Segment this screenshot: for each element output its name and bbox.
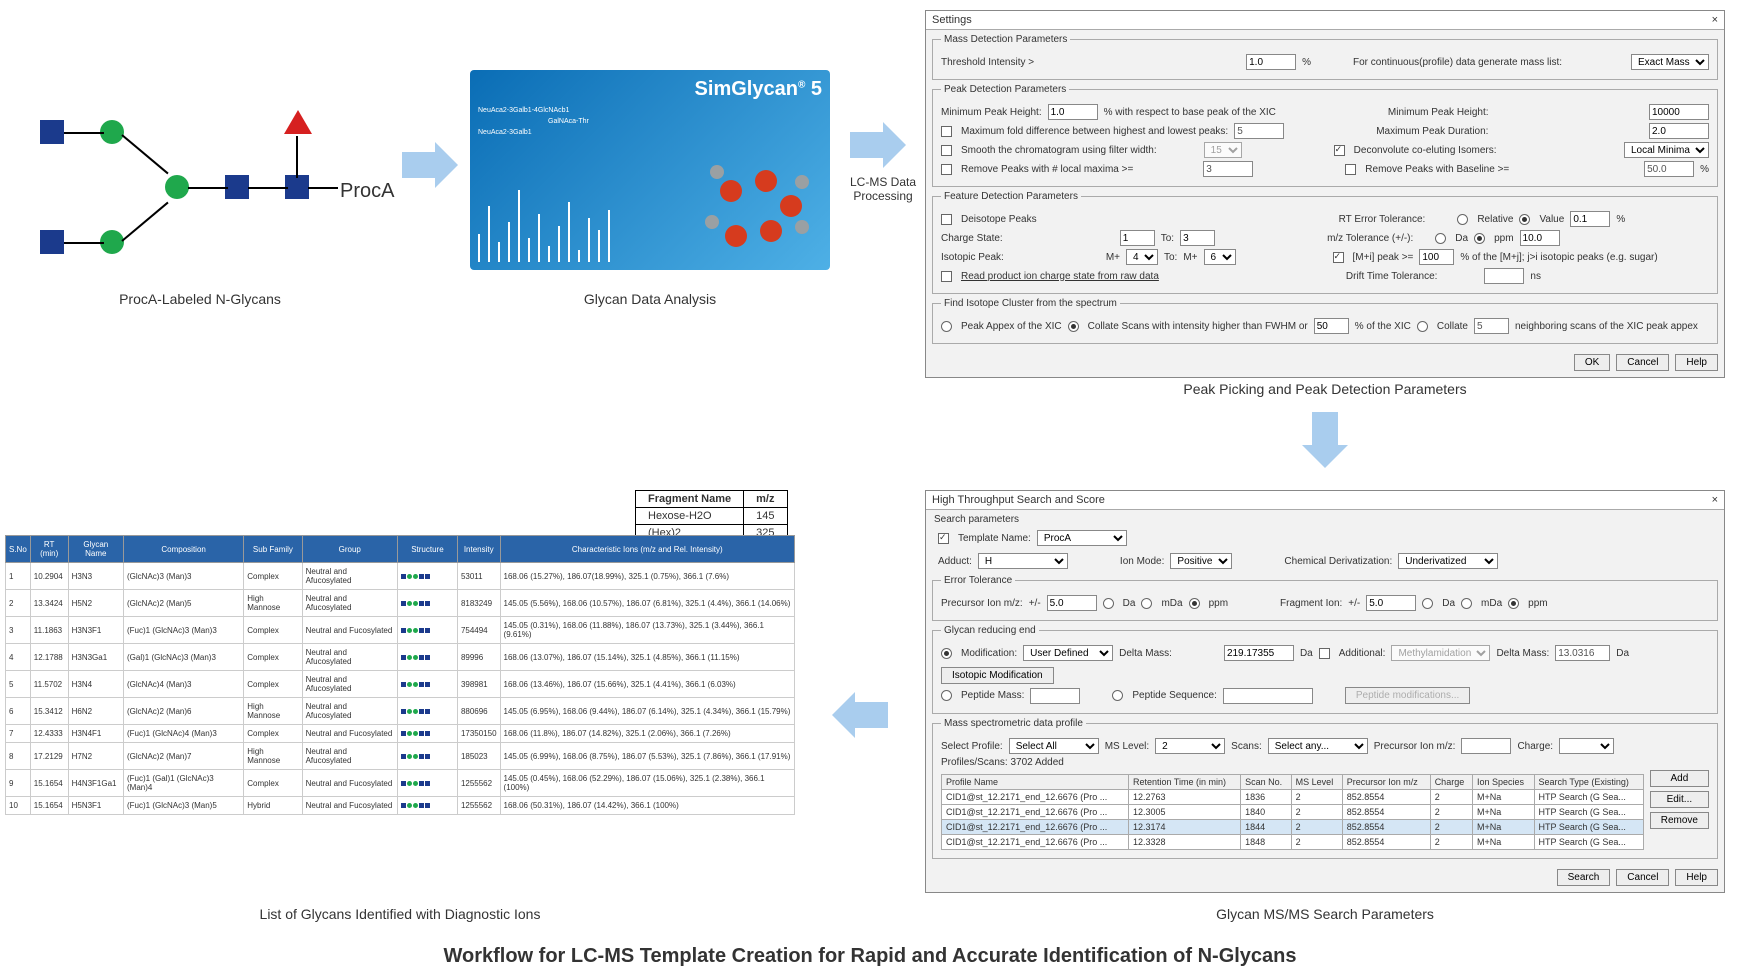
charge-to[interactable] xyxy=(1180,230,1215,246)
template-select[interactable]: ProcA xyxy=(1037,530,1127,546)
mslevel-select[interactable]: 2 xyxy=(1155,738,1225,754)
remove-button[interactable]: Remove xyxy=(1650,812,1709,829)
pepmass-radio[interactable] xyxy=(941,690,952,701)
mod-radio[interactable] xyxy=(941,648,952,659)
ionmode-select[interactable]: Positive xyxy=(1170,553,1232,569)
collate2-input xyxy=(1474,318,1509,334)
arrow-3 xyxy=(1300,410,1350,470)
rt-relative-radio[interactable] xyxy=(1457,214,1468,225)
glycan-reducing-end-fieldset: Glycan reducing end Modification: User D… xyxy=(932,625,1718,714)
results-caption: List of Glycans Identified with Diagnost… xyxy=(5,906,795,922)
search-button[interactable]: Search xyxy=(1557,869,1611,886)
cancel-button[interactable]: Cancel xyxy=(1616,354,1669,371)
ms-data-profile-fieldset: Mass spectrometric data profile Select P… xyxy=(932,718,1718,859)
close-icon[interactable]: × xyxy=(1712,494,1718,506)
mz-ppm-radio[interactable] xyxy=(1474,233,1485,244)
pepmod-button: Peptide modifications... xyxy=(1345,687,1470,704)
charge-select[interactable] xyxy=(1559,738,1614,754)
deconv-select[interactable]: Local Minima xyxy=(1624,142,1709,158)
smooth-checkbox[interactable] xyxy=(941,145,952,156)
rt-value-radio[interactable] xyxy=(1519,214,1530,225)
main-caption: Workflow for LC-MS Template Creation for… xyxy=(0,945,1740,968)
additional-checkbox[interactable] xyxy=(1319,648,1330,659)
threshold-input[interactable] xyxy=(1246,54,1296,70)
peak-detection-fieldset: Peak Detection Parameters Minimum Peak H… xyxy=(932,84,1718,187)
proca-caption: ProcA-Labeled N-Glycans xyxy=(60,291,340,307)
simglycan-panel: SimGlycan® 5 NeuAca2-3Galb1-4GlcNAcb1 Ga… xyxy=(470,70,830,270)
feature-detection-fieldset: Feature Detection Parameters Deisotope P… xyxy=(932,191,1718,294)
collate-fwhm-radio[interactable] xyxy=(1068,321,1079,332)
search-caption: Glycan MS/MS Search Parameters xyxy=(925,906,1725,922)
deiso-checkbox[interactable] xyxy=(941,214,952,225)
adduct-select[interactable]: H xyxy=(978,553,1068,569)
settings-dialog: Settings × Mass Detection Parameters Thre… xyxy=(925,10,1725,378)
arrow-4 xyxy=(830,690,890,740)
simglycan-caption: Glycan Data Analysis xyxy=(470,291,830,307)
edit-button[interactable]: Edit... xyxy=(1650,791,1709,808)
chemderiv-select[interactable]: Underivatized xyxy=(1398,553,1498,569)
rembl-checkbox[interactable] xyxy=(1345,164,1356,175)
deconv-checkbox[interactable] xyxy=(1334,145,1345,156)
mz-da-radio[interactable] xyxy=(1435,233,1446,244)
scans-select[interactable]: Select any... xyxy=(1268,738,1368,754)
iso-from[interactable]: 4 xyxy=(1126,249,1158,265)
rterr-input[interactable] xyxy=(1570,211,1610,227)
search-dialog: High Throughput Search and Score × Search… xyxy=(925,490,1725,893)
precmz-input[interactable] xyxy=(1461,738,1511,754)
mipk-checkbox[interactable] xyxy=(1333,252,1344,263)
add-button[interactable]: Add xyxy=(1650,770,1709,787)
frag-tol[interactable] xyxy=(1366,595,1416,611)
lcms-label: LC-MS Data Processing xyxy=(838,175,928,203)
arrow-2 xyxy=(848,120,908,170)
rempk-checkbox[interactable] xyxy=(941,164,952,175)
settings-title: Settings xyxy=(932,14,972,26)
proca-label: ProcA xyxy=(340,180,394,203)
additional-select: Methylamidation xyxy=(1391,645,1490,661)
settings-caption: Peak Picking and Peak Detection Paramete… xyxy=(925,381,1725,397)
template-checkbox[interactable] xyxy=(938,533,949,544)
maxfold-input xyxy=(1234,123,1284,139)
pepseq-input xyxy=(1223,688,1313,704)
error-tolerance-fieldset: Error Tolerance Precursor Ion m/z:+/- Da… xyxy=(932,575,1718,621)
prec-tol[interactable] xyxy=(1047,595,1097,611)
help-button[interactable]: Help xyxy=(1675,869,1718,886)
rembl-input xyxy=(1644,161,1694,177)
help-button[interactable]: Help xyxy=(1675,354,1718,371)
ok-button[interactable]: OK xyxy=(1574,354,1610,371)
collate-input[interactable] xyxy=(1314,318,1349,334)
isotope-cluster-fieldset: Find Isotope Cluster from the spectrum P… xyxy=(932,298,1718,344)
rempk-input xyxy=(1203,161,1253,177)
apex-radio[interactable] xyxy=(941,321,952,332)
mass-detection-fieldset: Mass Detection Parameters Threshold Inte… xyxy=(932,34,1718,80)
results-table: S.NoRT (min)Glycan NameCompositionSub Fa… xyxy=(5,535,795,815)
smooth-select: 15 xyxy=(1204,142,1242,158)
charge-from[interactable] xyxy=(1120,230,1155,246)
iso-to[interactable]: 6 xyxy=(1204,249,1236,265)
selprofile-select[interactable]: Select All xyxy=(1009,738,1099,754)
pepmass-input xyxy=(1030,688,1080,704)
deltamass2-input xyxy=(1555,645,1610,661)
mipk-input[interactable] xyxy=(1419,249,1454,265)
min-peak-height-pct[interactable] xyxy=(1048,104,1098,120)
arrow-1 xyxy=(400,140,460,190)
masslist-select[interactable]: Exact Mass xyxy=(1631,54,1709,70)
readprod-checkbox[interactable] xyxy=(941,271,952,282)
deltamass-input[interactable] xyxy=(1224,645,1294,661)
profiles-table: Profile NameRetention Time (in min)Scan … xyxy=(941,774,1644,850)
mztol-input[interactable] xyxy=(1520,230,1560,246)
mod-select[interactable]: User Defined xyxy=(1023,645,1113,661)
maxdur-input[interactable] xyxy=(1649,123,1709,139)
maxfold-checkbox[interactable] xyxy=(941,126,952,137)
drift-input xyxy=(1484,268,1524,284)
collate-neighbor-radio[interactable] xyxy=(1417,321,1428,332)
pepseq-radio[interactable] xyxy=(1112,690,1123,701)
close-icon[interactable]: × xyxy=(1712,14,1718,26)
cancel-button[interactable]: Cancel xyxy=(1616,869,1669,886)
proca-glycan-structure: ProcA xyxy=(40,80,380,260)
min-peak-height[interactable] xyxy=(1649,104,1709,120)
isomod-button[interactable]: Isotopic Modification xyxy=(941,667,1054,684)
search-title: High Throughput Search and Score xyxy=(932,494,1105,506)
